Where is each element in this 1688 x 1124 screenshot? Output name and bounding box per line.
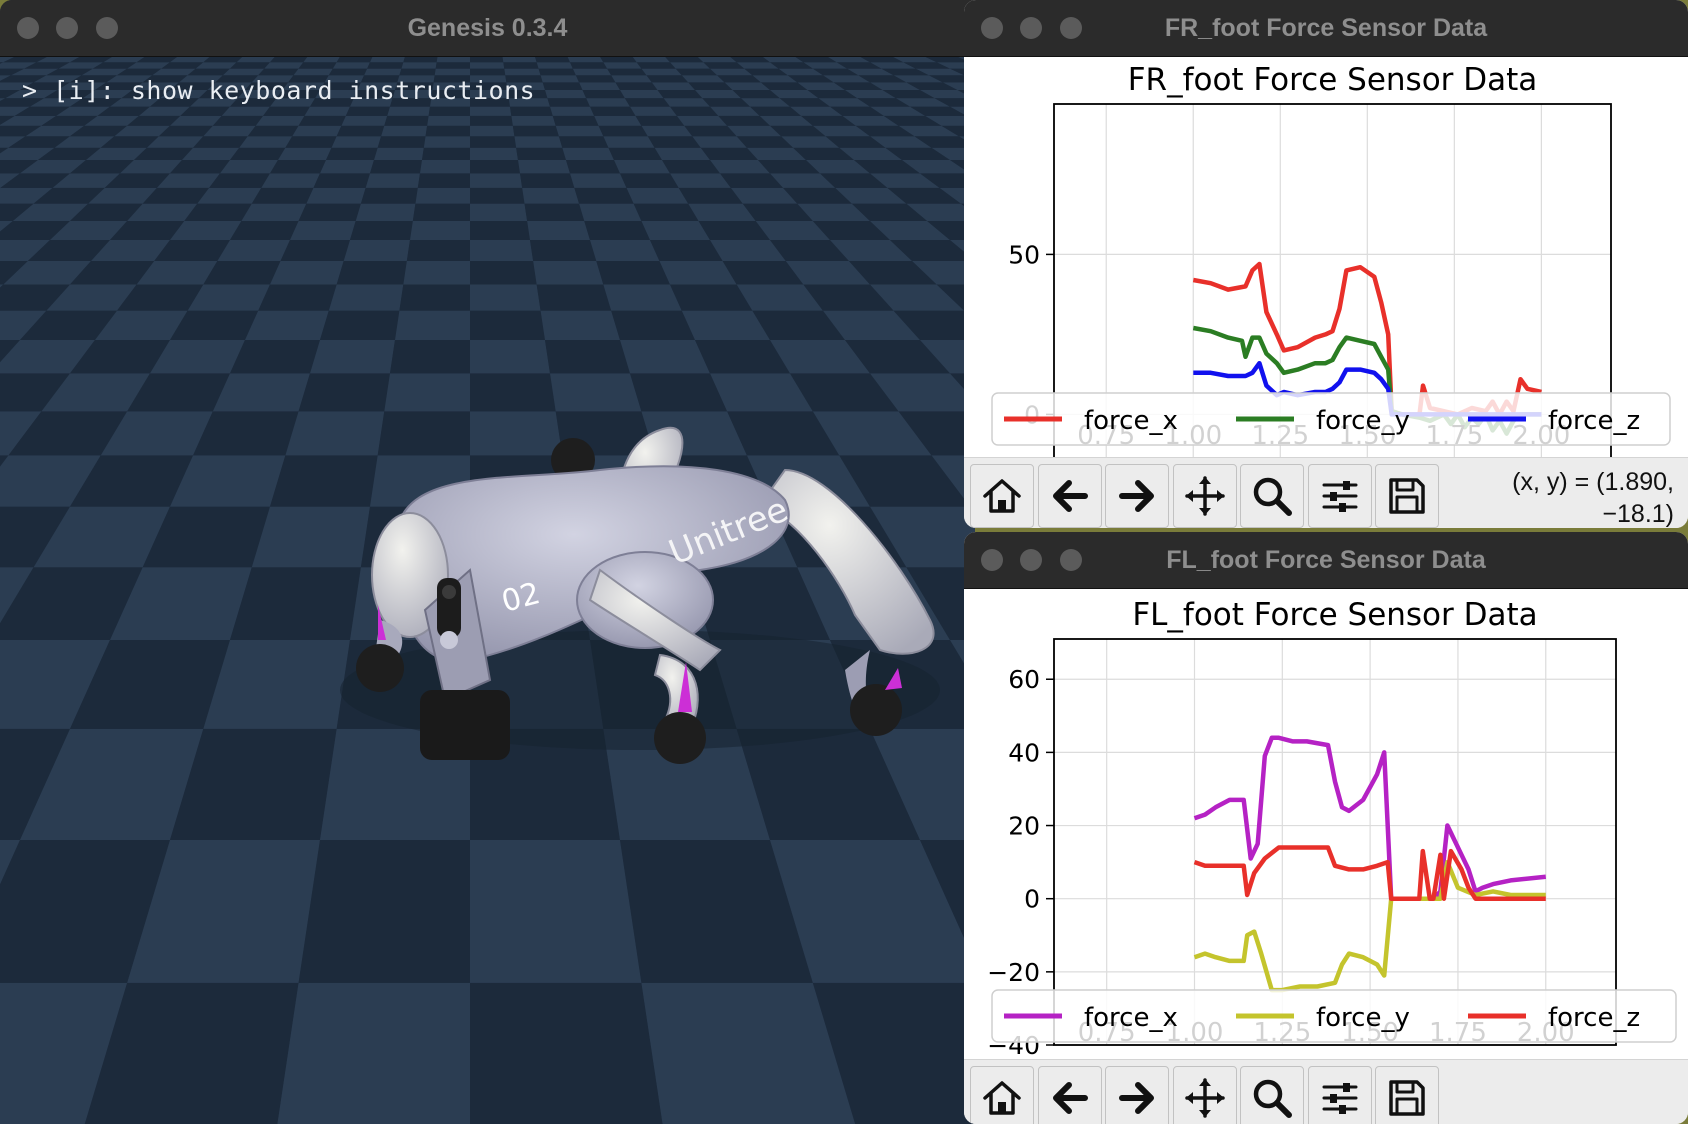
legend-label: force_x (1084, 406, 1178, 436)
y-tick-label: 40 (1008, 738, 1040, 767)
genesis-viewer-window: Genesis 0.3.4 02 Unitree > [i]: show key… (0, 0, 975, 1124)
zoom-button[interactable] (1240, 1066, 1304, 1124)
save-icon (1389, 478, 1425, 514)
y-tick-label: −20 (987, 958, 1040, 987)
cursor-coordinates-line2: −18.1) (1602, 500, 1674, 528)
fr-foot-plot-window: FR_foot Force Sensor Data FR_foot Force … (964, 0, 1688, 528)
back-arrow-icon (1052, 1082, 1088, 1114)
fr-toolbar: (x, y) = (1.890, −18.1) (964, 457, 1688, 528)
home-button[interactable] (970, 464, 1034, 528)
chart-title: FL_foot Force Sensor Data (1132, 597, 1537, 633)
back-arrow-button[interactable] (1037, 464, 1102, 528)
legend-label: force_y (1316, 1003, 1410, 1033)
window-title: Genesis 0.3.4 (407, 14, 568, 42)
fr-force-chart[interactable]: FR_foot Force Sensor Data0500.751.001.25… (964, 57, 1688, 457)
legend: force_x force_y force_z (991, 989, 1677, 1043)
forward-arrow-button[interactable] (1105, 464, 1169, 528)
forward-arrow-icon (1119, 480, 1154, 512)
fr-titlebar: FR_foot Force Sensor Data (964, 0, 1688, 57)
y-tick-label: 0 (1024, 885, 1040, 914)
legend-label: force_z (1548, 1003, 1640, 1033)
save-button[interactable] (1375, 464, 1439, 528)
back-arrow-button[interactable] (1037, 1066, 1102, 1124)
cursor-coordinates: (x, y) = (1.890, −18.1) (1512, 466, 1674, 528)
window-title: FR_foot Force Sensor Data (1164, 14, 1488, 42)
save-button[interactable] (1375, 1066, 1439, 1124)
configure-subplots-button[interactable] (1307, 1066, 1372, 1124)
pan-button[interactable] (1172, 1066, 1237, 1124)
keyboard-hint: > [i]: show keyboard instructions (22, 76, 536, 105)
legend: force_x force_y force_z (991, 392, 1671, 446)
cursor-coordinates-line1: (x, y) = (1.890, (1512, 468, 1674, 496)
legend-label: force_x (1084, 1003, 1178, 1033)
forward-arrow-icon (1119, 1082, 1154, 1114)
y-tick-label: 60 (1008, 665, 1040, 694)
fl-foot-plot-window: FL_foot Force Sensor Data FL_foot Force … (964, 532, 1688, 1124)
y-tick-label: 50 (1008, 240, 1040, 269)
configure-subplots-icon (1322, 1083, 1357, 1114)
configure-subplots-button[interactable] (1307, 464, 1372, 528)
legend-label: force_z (1548, 406, 1640, 436)
forward-arrow-button[interactable] (1105, 1066, 1169, 1124)
3d-viewport[interactable]: 02 Unitree (0, 57, 975, 1124)
pan-button[interactable] (1172, 464, 1237, 528)
configure-subplots-icon (1322, 481, 1357, 512)
window-title: FL_foot Force Sensor Data (1166, 546, 1486, 574)
y-tick-label: 20 (1008, 812, 1040, 841)
pan-icon (1184, 476, 1225, 516)
genesis-titlebar: Genesis 0.3.4 (0, 0, 975, 57)
home-icon (983, 479, 1021, 513)
home-icon (983, 1081, 1021, 1115)
zoom-icon (1253, 477, 1292, 516)
back-arrow-icon (1052, 480, 1088, 512)
home-button[interactable] (970, 1066, 1034, 1124)
fl-titlebar: FL_foot Force Sensor Data (964, 532, 1688, 589)
legend-label: force_y (1316, 406, 1410, 436)
pan-icon (1184, 1078, 1225, 1118)
chart-title: FR_foot Force Sensor Data (1128, 62, 1538, 98)
zoom-icon (1253, 1079, 1292, 1118)
fl-force-chart[interactable]: FL_foot Force Sensor Data−40−2002040600.… (964, 589, 1688, 1059)
fl-toolbar (964, 1059, 1688, 1124)
save-icon (1389, 1080, 1425, 1116)
zoom-button[interactable] (1240, 464, 1304, 528)
